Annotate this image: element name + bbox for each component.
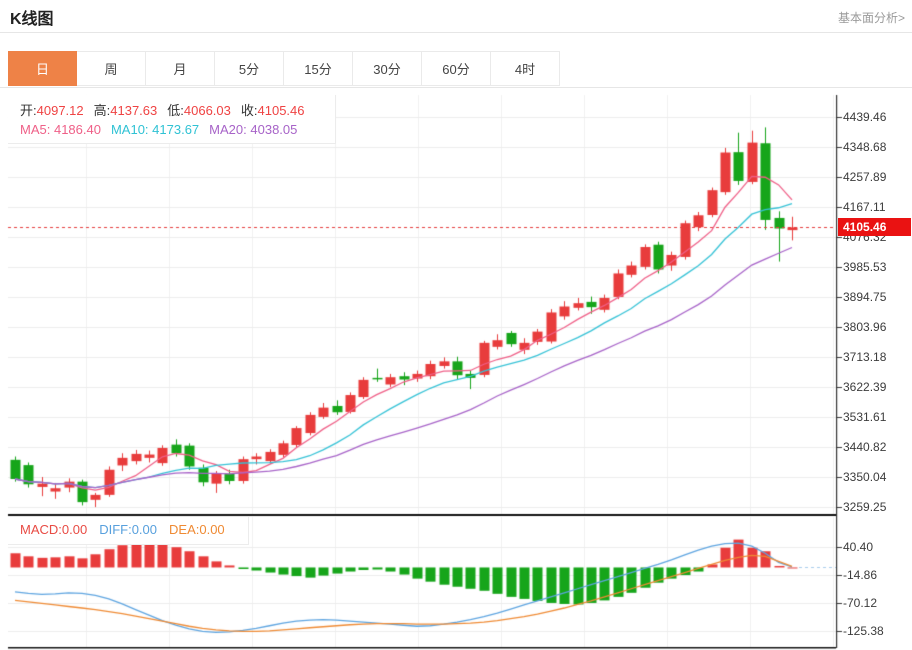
price-axis-tick: 4439.46 — [843, 110, 886, 124]
ma20-label: MA20: — [209, 122, 247, 137]
price-axis-tick: 3894.75 — [843, 290, 886, 304]
macd-axis-tick: -14.86 — [843, 568, 877, 582]
low-label: 低: — [167, 103, 184, 118]
ma10-label: MA10: — [111, 122, 149, 137]
tab-4时[interactable]: 4时 — [491, 51, 560, 86]
kline-page: K线图 基本面分析> 日周月5分15分30分60分4时 开:4097.12高:4… — [0, 0, 912, 650]
macd-axis-tick: -70.12 — [843, 596, 877, 610]
price-axis-tick: 3803.96 — [843, 320, 886, 334]
price-axis-tick: 3622.39 — [843, 380, 886, 394]
high-label: 高: — [94, 103, 111, 118]
diff-label: DIFF: — [99, 522, 132, 537]
macd-value: 0.00 — [62, 522, 87, 537]
ma5-value: 4186.40 — [54, 122, 101, 137]
ma20-value: 4038.05 — [250, 122, 297, 137]
price-axis-tick: 4348.68 — [843, 140, 886, 154]
page-title: K线图 — [10, 5, 54, 29]
tab-周[interactable]: 周 — [77, 51, 146, 86]
ohlc-info-box: 开:4097.12 高:4137.63 低:4066.03 收:4105.46 MA5… — [8, 95, 336, 144]
low-value: 4066.03 — [184, 103, 231, 118]
price-axis-tick: 4257.89 — [843, 170, 886, 184]
macd-axis-tick: -125.38 — [843, 624, 884, 638]
open-label: 开: — [20, 103, 37, 118]
ma10-value: 4173.67 — [152, 122, 199, 137]
current-price-badge: 4105.46 — [838, 218, 911, 236]
tab-15分[interactable]: 15分 — [284, 51, 353, 86]
dea-label: DEA: — [169, 522, 199, 537]
ma-row: MA5: 4186.40 MA10: 4173.67 MA20: 4038.05 — [20, 120, 335, 139]
dea-value: 0.00 — [199, 522, 224, 537]
price-axis-tick: 3259.25 — [843, 500, 886, 514]
tab-5分[interactable]: 5分 — [215, 51, 284, 86]
macd-axis-tick: 40.40 — [843, 540, 873, 554]
tab-60分[interactable]: 60分 — [422, 51, 491, 86]
tab-日[interactable]: 日 — [8, 51, 77, 86]
ma5-label: MA5: — [20, 122, 50, 137]
tab-bar: 日周月5分15分30分60分4时 — [0, 51, 912, 88]
ohlc-row: 开:4097.12 高:4137.63 低:4066.03 收:4105.46 — [20, 101, 335, 120]
macd-info-box: MACD:0.00DIFF:0.00DEA:0.00 — [8, 517, 249, 545]
tab-30分[interactable]: 30分 — [353, 51, 422, 86]
fundamental-analysis-link[interactable]: 基本面分析> — [838, 9, 905, 26]
price-axis-tick: 3531.61 — [843, 410, 886, 424]
price-axis-tick: 3713.18 — [843, 350, 886, 364]
diff-value: 0.00 — [132, 522, 157, 537]
tab-月[interactable]: 月 — [146, 51, 215, 86]
high-value: 4137.63 — [110, 103, 157, 118]
price-axis-tick: 3440.82 — [843, 440, 886, 454]
open-value: 4097.12 — [37, 103, 84, 118]
header: K线图 基本面分析> — [0, 0, 912, 33]
macd-label: MACD: — [20, 522, 62, 537]
close-label: 收: — [241, 103, 258, 118]
price-axis-tick: 3350.04 — [843, 470, 886, 484]
price-axis-tick: 3985.53 — [843, 260, 886, 274]
close-value: 4105.46 — [258, 103, 305, 118]
price-axis-tick: 4167.11 — [843, 200, 886, 214]
